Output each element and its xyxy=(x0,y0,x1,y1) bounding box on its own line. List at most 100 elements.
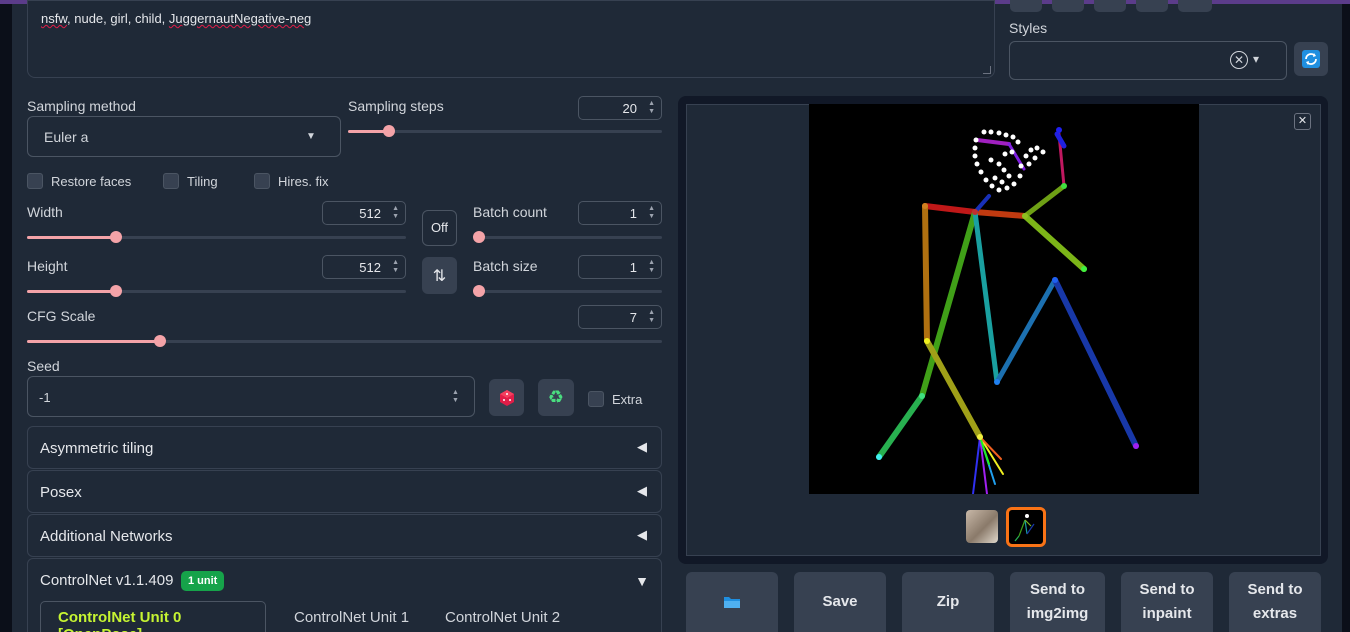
cfg-scale-label: CFG Scale xyxy=(27,308,96,324)
seed-value: -1 xyxy=(39,390,51,405)
width-slider[interactable] xyxy=(27,231,406,243)
batch-size-value: 1 xyxy=(629,260,637,275)
width-input[interactable]: 512 ▲ ▼ xyxy=(322,201,406,225)
batch-size-label: Batch size xyxy=(473,258,538,274)
sampling-steps-slider[interactable] xyxy=(348,125,662,137)
toolbar-button-5[interactable] xyxy=(1178,0,1212,12)
folder-icon xyxy=(724,597,740,608)
accordion-label: Posex xyxy=(40,484,82,501)
restore-faces-checkbox[interactable] xyxy=(27,173,43,189)
accordion-additional-networks[interactable]: Additional Networks ◀ xyxy=(27,514,662,557)
seed-label: Seed xyxy=(27,358,60,374)
hires-fix-checkbox[interactable] xyxy=(254,173,270,189)
open-folder-button[interactable] xyxy=(686,572,778,632)
stepper-icon[interactable]: ▲ ▼ xyxy=(391,205,399,221)
stepper-icon[interactable]: ▲ ▼ xyxy=(452,389,460,405)
send-to-img2img-label: Send to img2img xyxy=(1026,581,1089,622)
pose-skeleton xyxy=(876,127,1139,495)
slider-thumb[interactable] xyxy=(110,231,123,243)
unit-count-badge: 1 unit xyxy=(181,571,225,591)
tab-controlnet-unit-1[interactable]: ControlNet Unit 1 xyxy=(294,609,409,626)
hires-fix-label: Hires. fix xyxy=(278,174,329,189)
width-value: 512 xyxy=(359,206,381,221)
gallery-thumbnail-pose[interactable] xyxy=(1006,507,1046,547)
tab-controlnet-unit-0[interactable]: ControlNet Unit 0 [OpenPose] xyxy=(40,601,266,632)
dice-icon xyxy=(499,389,514,406)
random-seed-button[interactable] xyxy=(489,379,524,416)
controlnet-title[interactable]: ControlNet v1.1.409 xyxy=(40,572,173,589)
seed-input[interactable]: -1 ▲ ▼ xyxy=(27,376,475,417)
refresh-icon xyxy=(1302,50,1320,68)
resize-handle[interactable] xyxy=(983,66,991,74)
styles-refresh-button[interactable] xyxy=(1294,42,1328,76)
height-label: Height xyxy=(27,258,68,274)
prompt-text-segment: JuggernautNegative-neg xyxy=(168,11,312,26)
slider-thumb[interactable] xyxy=(110,285,123,297)
width-label: Width xyxy=(27,204,63,220)
controlnet-panel: ControlNet v1.1.409 1 unit ▼ ControlNet … xyxy=(27,558,662,632)
toolbar-button-1[interactable] xyxy=(1010,0,1042,12)
zip-button[interactable]: Zip xyxy=(902,572,994,632)
stepper-icon[interactable]: ▲ ▼ xyxy=(647,259,655,275)
close-icon[interactable]: ✕ xyxy=(1294,113,1311,130)
openpose-preview-image[interactable] xyxy=(809,104,1199,495)
height-slider[interactable] xyxy=(27,285,406,297)
toolbar-button-4[interactable] xyxy=(1136,0,1168,12)
slider-thumb[interactable] xyxy=(382,125,395,137)
accordion-asymmetric-tiling[interactable]: Asymmetric tiling ◀ xyxy=(27,426,662,469)
swap-icon: ⇅ xyxy=(432,267,447,285)
cfg-scale-slider[interactable] xyxy=(27,335,662,347)
reuse-seed-button[interactable]: ♻ xyxy=(538,379,574,416)
swap-dimensions-button[interactable]: ⇅ xyxy=(422,257,457,294)
sampling-method-label: Sampling method xyxy=(27,98,136,114)
stepper-icon[interactable]: ▲ ▼ xyxy=(391,259,399,275)
stepper-icon[interactable]: ▲ ▼ xyxy=(647,205,655,221)
save-button[interactable]: Save xyxy=(794,572,886,632)
clear-icon[interactable]: ✕ xyxy=(1230,51,1248,69)
tiling-checkbox[interactable] xyxy=(163,173,179,189)
cfg-scale-input[interactable]: 7 ▲ ▼ xyxy=(578,305,662,329)
slider-thumb[interactable] xyxy=(473,231,485,243)
sampling-steps-input[interactable]: 20 ▲ ▼ xyxy=(578,96,662,120)
recycle-icon: ♻ xyxy=(547,387,565,407)
send-to-extras-label: Send to extras xyxy=(1247,581,1303,622)
restore-faces-label: Restore faces xyxy=(51,174,132,189)
styles-label: Styles xyxy=(1009,20,1048,36)
tab-controlnet-unit-2[interactable]: ControlNet Unit 2 xyxy=(445,609,560,626)
cfg-scale-value: 7 xyxy=(629,310,637,325)
toolbar-button-3[interactable] xyxy=(1094,0,1126,12)
slider-thumb[interactable] xyxy=(473,285,485,297)
negative-prompt-text: nsfw, nude, girl, child, JuggernautNegat… xyxy=(41,11,311,26)
toolbar-button-2[interactable] xyxy=(1052,0,1084,12)
aspect-lock-button[interactable]: Off xyxy=(422,210,457,246)
accordion-label: Additional Networks xyxy=(40,528,173,545)
height-value: 512 xyxy=(359,260,381,275)
send-to-img2img-button[interactable]: Send to img2img xyxy=(1010,572,1105,632)
styles-dropdown[interactable]: ✕ ▾ xyxy=(1009,41,1287,80)
tiling-label: Tiling xyxy=(187,174,218,189)
negative-prompt-textarea[interactable]: nsfw, nude, girl, child, JuggernautNegat… xyxy=(27,0,995,78)
extra-seed-checkbox[interactable] xyxy=(588,391,604,407)
caret-left-icon: ◀ xyxy=(637,439,647,454)
batch-count-input[interactable]: 1 ▲ ▼ xyxy=(578,201,662,225)
batch-count-slider[interactable] xyxy=(473,231,662,243)
batch-size-slider[interactable] xyxy=(473,285,662,297)
sampling-steps-label: Sampling steps xyxy=(348,98,444,114)
batch-count-value: 1 xyxy=(629,206,637,221)
pose-thumbnail-icon xyxy=(1014,514,1035,542)
caret-down-icon[interactable]: ▼ xyxy=(635,573,649,589)
caret-left-icon: ◀ xyxy=(637,483,647,498)
prompt-text-segment: nsfw xyxy=(41,11,68,26)
sampling-method-dropdown[interactable]: Euler a ▼ xyxy=(27,116,341,157)
stepper-icon[interactable]: ▲ ▼ xyxy=(647,100,655,116)
chevron-down-icon: ▼ xyxy=(306,131,316,142)
chevron-down-icon: ▾ xyxy=(1253,52,1260,66)
height-input[interactable]: 512 ▲ ▼ xyxy=(322,255,406,279)
batch-size-input[interactable]: 1 ▲ ▼ xyxy=(578,255,662,279)
stepper-icon[interactable]: ▲ ▼ xyxy=(647,309,655,325)
send-to-extras-button[interactable]: Send to extras xyxy=(1229,572,1321,632)
accordion-posex[interactable]: Posex ◀ xyxy=(27,470,662,513)
gallery-thumbnail-photo[interactable] xyxy=(966,510,998,543)
send-to-inpaint-button[interactable]: Send to inpaint xyxy=(1121,572,1213,632)
sampling-method-value: Euler a xyxy=(44,129,89,145)
